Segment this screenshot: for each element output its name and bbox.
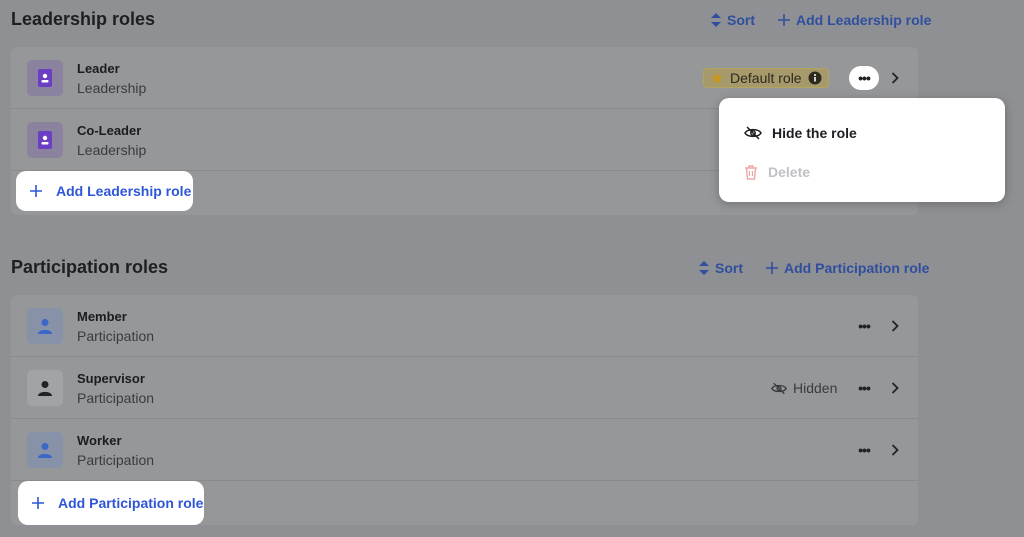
leadership-add-role-button[interactable]: Add Leadership role	[778, 12, 931, 28]
delete-menu-item[interactable]: Delete	[744, 164, 810, 180]
chevron-right-icon[interactable]	[887, 318, 903, 334]
role-name: Co-Leader	[77, 123, 142, 138]
role-row-member[interactable]: Member Participation •••	[11, 295, 918, 357]
role-category: Leadership	[77, 142, 147, 158]
add-leadership-role-row-button[interactable]: Add Leadership role	[16, 171, 193, 211]
delete-label: Delete	[768, 164, 811, 180]
role-category: Participation	[77, 328, 155, 344]
role-row-supervisor[interactable]: Supervisor Participation Hidden •••	[11, 357, 918, 419]
role-category: Participation	[77, 452, 155, 468]
more-options-button[interactable]: •••	[849, 314, 879, 338]
sort-icon	[699, 261, 709, 275]
add-row-label: Add Participation role	[58, 495, 204, 511]
hidden-status: Hidden	[771, 380, 837, 396]
plus-icon	[766, 262, 778, 274]
sort-label: Sort	[727, 12, 755, 28]
role-name: Worker	[77, 433, 122, 448]
participation-sort-button[interactable]: Sort	[699, 260, 743, 276]
hidden-label: Hidden	[793, 380, 838, 396]
chevron-right-icon[interactable]	[887, 442, 903, 458]
sort-icon	[711, 13, 721, 27]
leadership-roles-title: Leadership roles	[11, 9, 156, 29]
role-name: Supervisor	[77, 371, 145, 386]
person-icon	[27, 370, 63, 406]
sort-label: Sort	[715, 260, 743, 276]
chevron-right-icon[interactable]	[887, 70, 903, 86]
add-participation-role-row-button[interactable]: Add Participation role	[18, 481, 204, 525]
chevron-right-icon[interactable]	[887, 380, 903, 396]
role-context-menu: Hide the role Delete	[719, 98, 1005, 202]
plus-icon	[30, 185, 42, 197]
plus-icon	[778, 14, 790, 26]
role-badge-icon	[27, 60, 63, 96]
info-icon[interactable]	[808, 71, 822, 85]
add-role-label: Add Participation role	[784, 260, 930, 276]
eye-slash-icon	[771, 382, 787, 394]
role-category: Leadership	[77, 80, 147, 96]
star-icon	[711, 72, 723, 84]
role-name: Member	[77, 309, 127, 324]
person-icon	[27, 432, 63, 468]
participation-add-role-button[interactable]: Add Participation role	[766, 260, 929, 276]
leadership-sort-button[interactable]: Sort	[711, 12, 755, 28]
person-icon	[27, 308, 63, 344]
more-options-button[interactable]: •••	[849, 438, 879, 462]
add-row-label: Add Leadership role	[56, 183, 192, 199]
participation-roles-title: Participation roles	[11, 257, 169, 277]
role-name: Leader	[77, 61, 120, 76]
add-role-label: Add Leadership role	[796, 12, 932, 28]
role-badge-icon	[27, 122, 63, 158]
hide-role-label: Hide the role	[772, 125, 857, 141]
trash-icon	[745, 164, 757, 180]
role-category: Participation	[77, 390, 155, 406]
default-role-label: Default role	[730, 70, 802, 86]
more-options-button[interactable]: •••	[849, 376, 879, 400]
default-role-badge: Default role	[703, 68, 829, 88]
hide-role-menu-item[interactable]: Hide the role	[744, 125, 857, 141]
role-row-worker[interactable]: Worker Participation •••	[11, 419, 918, 481]
eye-slash-icon	[744, 126, 762, 140]
more-options-button[interactable]: •••	[849, 66, 879, 90]
plus-icon	[32, 497, 44, 509]
